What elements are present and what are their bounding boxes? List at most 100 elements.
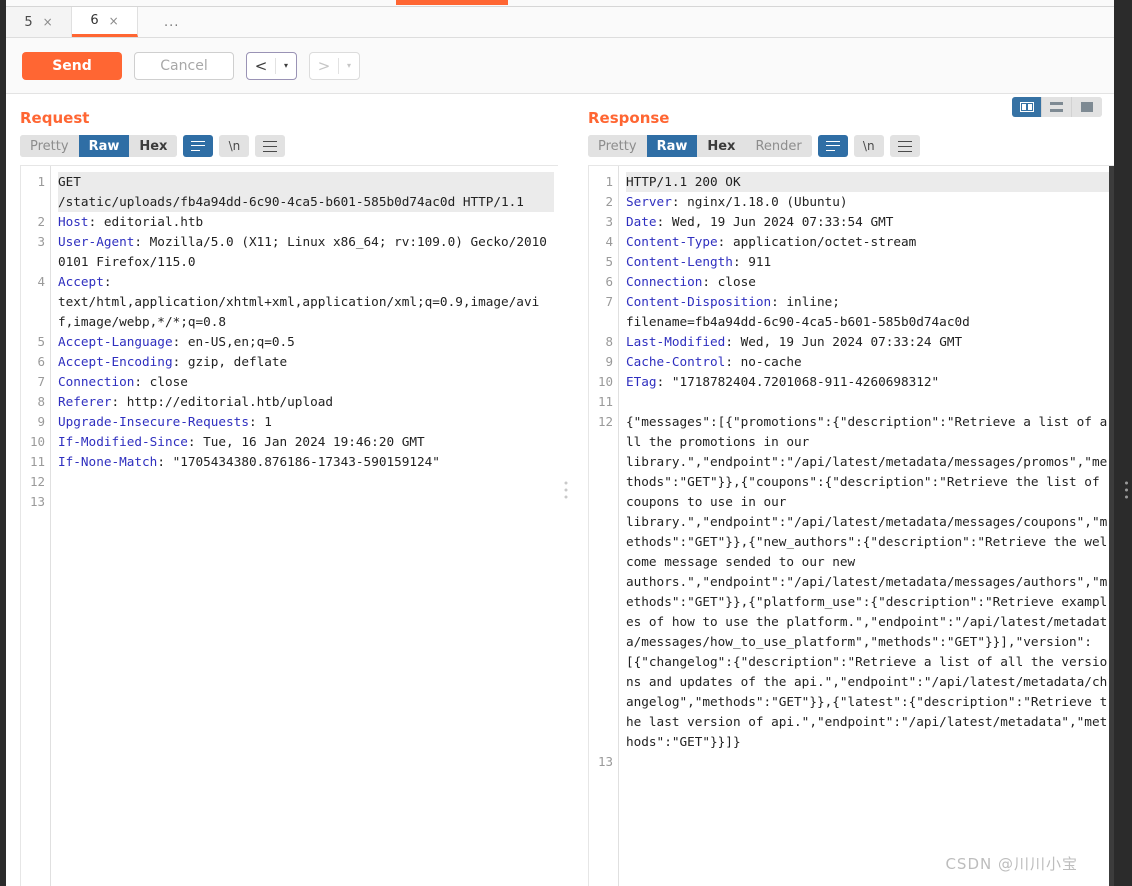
- send-button[interactable]: Send: [22, 51, 122, 80]
- request-tab-raw[interactable]: Raw: [78, 135, 130, 157]
- line-number: 4: [37, 274, 45, 289]
- request-code[interactable]: GET /static/uploads/fb4a94dd-6c90-4ca5-b…: [51, 166, 558, 886]
- pane-splitter[interactable]: [558, 94, 574, 886]
- code-line: Server: nginx/1.18.0 (Ubuntu): [626, 194, 848, 209]
- line-number: 12: [29, 474, 45, 489]
- single-view-button[interactable]: [1072, 97, 1102, 117]
- line-number: 8: [605, 334, 613, 349]
- line-number: 8: [37, 394, 45, 409]
- close-icon[interactable]: ×: [43, 15, 53, 29]
- single-pane-icon: [1081, 102, 1093, 112]
- code-line: If-Modified-Since: Tue, 16 Jan 2024 19:4…: [58, 434, 425, 449]
- repeater-tab-5-label: 5: [24, 14, 33, 30]
- go-forward-button[interactable]: > ▾: [309, 51, 360, 80]
- line-number: 9: [605, 354, 613, 369]
- tab-strip-filler: [228, 7, 1114, 37]
- code-line: Connection: close: [626, 274, 756, 289]
- wrap-lines-icon[interactable]: [183, 135, 214, 157]
- chevron-right-icon: >: [317, 56, 331, 75]
- request-menu-button[interactable]: [255, 135, 286, 157]
- right-edge-splitter-handle[interactable]: [1125, 481, 1128, 499]
- hamburger-icon: [897, 140, 912, 152]
- code-line: Accept: text/html,application/xhtml+xml,…: [58, 274, 540, 329]
- request-line-numbers: 1 2 3 4 5 6 7 8 9 10 11 12 13: [21, 166, 51, 886]
- response-tab-raw[interactable]: Raw: [646, 135, 698, 157]
- response-editor[interactable]: 1 2 3 4 5 6 7 8 9 10 11 12 13 HTTP/1.1 200 OK Server:…: [588, 165, 1114, 886]
- line-number: 2: [37, 214, 45, 229]
- show-newlines-button[interactable]: \n: [853, 135, 884, 157]
- response-scrollbar[interactable]: [1109, 166, 1114, 886]
- code-line: Last-Modified: Wed, 19 Jun 2024 07:33:24…: [626, 334, 963, 349]
- code-line: ETag: "1718782404.7201068-911-4260698312…: [626, 374, 940, 389]
- wrap-lines-glyph: [825, 140, 840, 152]
- line-number: 6: [605, 274, 613, 289]
- line-number: 13: [29, 494, 45, 509]
- burp-repeater-window: 5 × 6 × ... Send Cancel < ▾ > ▾ Request: [0, 0, 1132, 886]
- code-line: Referer: http://editorial.htb/upload: [58, 394, 334, 409]
- line-number: 1: [605, 174, 613, 189]
- request-tab-pretty[interactable]: Pretty: [20, 135, 79, 157]
- stacked-horizontal-view-button[interactable]: [1042, 97, 1072, 117]
- cancel-button[interactable]: Cancel: [134, 51, 234, 80]
- response-tab-hex[interactable]: Hex: [697, 135, 746, 157]
- chevron-left-icon: <: [254, 56, 268, 75]
- repeater-tab-6[interactable]: 6 ×: [72, 7, 138, 37]
- request-editor[interactable]: 1 2 3 4 5 6 7 8 9 10 11 12 13 GET /static/uploads/fb…: [20, 165, 558, 886]
- code-line: Cache-Control: no-cache: [626, 354, 802, 369]
- code-line: Content-Length: 911: [626, 254, 772, 269]
- close-icon[interactable]: ×: [109, 14, 119, 28]
- repeater-tab-5[interactable]: 5 ×: [6, 7, 72, 37]
- stacked-rows-icon: [1050, 102, 1063, 112]
- line-number: 13: [597, 754, 613, 769]
- request-format-toolbar: Pretty Raw Hex \n: [6, 133, 558, 165]
- line-number: 4: [605, 234, 613, 249]
- response-menu-button[interactable]: [889, 135, 920, 157]
- code-line: Upgrade-Insecure-Requests: 1: [58, 414, 272, 429]
- response-tab-pretty[interactable]: Pretty: [588, 135, 647, 157]
- request-title: Request: [20, 109, 90, 127]
- line-number: 10: [29, 434, 45, 449]
- line-number: 3: [605, 214, 613, 229]
- layout-view-mode-group[interactable]: [1012, 97, 1102, 117]
- tab-overflow-button[interactable]: ...: [138, 7, 228, 37]
- code-line: User-Agent: Mozilla/5.0 (X11; Linux x86_…: [58, 234, 547, 269]
- hamburger-icon: [263, 140, 278, 152]
- active-tab-indicator-bar: [396, 0, 508, 5]
- request-tab-hex[interactable]: Hex: [129, 135, 178, 157]
- response-code[interactable]: HTTP/1.1 200 OK Server: nginx/1.18.0 (Ubu…: [619, 166, 1114, 886]
- code-line: If-None-Match: "1705434380.876186-17343-…: [58, 454, 440, 469]
- go-back-button[interactable]: < ▾: [246, 51, 297, 80]
- response-scrollbar-thumb[interactable]: [1109, 166, 1114, 886]
- splitter-handle-icon: [564, 481, 568, 499]
- response-view-format-group[interactable]: Pretty Raw Hex Render: [588, 135, 812, 157]
- code-line: HTTP/1.1 200 OK: [626, 172, 1110, 192]
- split-vertical-view-button[interactable]: [1012, 97, 1042, 117]
- code-line: Date: Wed, 19 Jun 2024 07:33:54 GMT: [626, 214, 894, 229]
- repeater-action-bar: Send Cancel < ▾ > ▾: [6, 38, 1114, 94]
- request-pane: Request Pretty Raw Hex \n 1 2 3 4 5 6 7 8 9 10 11 1…: [6, 94, 558, 886]
- repeater-tab-strip[interactable]: 5 × 6 × ...: [6, 7, 1114, 38]
- line-number: 7: [37, 374, 45, 389]
- response-line-numbers: 1 2 3 4 5 6 7 8 9 10 11 12 13: [589, 166, 619, 886]
- code-line: Accept-Language: en-US,en;q=0.5: [58, 334, 295, 349]
- chevron-down-icon[interactable]: ▾: [339, 53, 359, 79]
- code-line: Connection: close: [58, 374, 188, 389]
- response-tab-render[interactable]: Render: [745, 135, 812, 157]
- split-vertical-icon: [1019, 102, 1034, 112]
- response-format-toolbar: Pretty Raw Hex Render \n: [574, 133, 1114, 165]
- line-number: 10: [597, 374, 613, 389]
- line-number: 5: [605, 254, 613, 269]
- request-view-format-group[interactable]: Pretty Raw Hex: [20, 135, 178, 157]
- request-pane-header: Request: [6, 94, 558, 133]
- line-number: 2: [605, 194, 613, 209]
- response-pane: Response Pretty Raw Hex Render \n 1 2 3 …: [574, 94, 1114, 886]
- wrap-lines-icon[interactable]: [817, 135, 848, 157]
- line-number: 6: [37, 354, 45, 369]
- request-response-panes: Request Pretty Raw Hex \n 1 2 3 4 5 6 7 8 9 10 11 1…: [6, 94, 1128, 886]
- chevron-down-icon[interactable]: ▾: [276, 53, 296, 79]
- show-newlines-button[interactable]: \n: [219, 135, 250, 157]
- code-line: {"messages":[{"promotions":{"description…: [626, 414, 1108, 749]
